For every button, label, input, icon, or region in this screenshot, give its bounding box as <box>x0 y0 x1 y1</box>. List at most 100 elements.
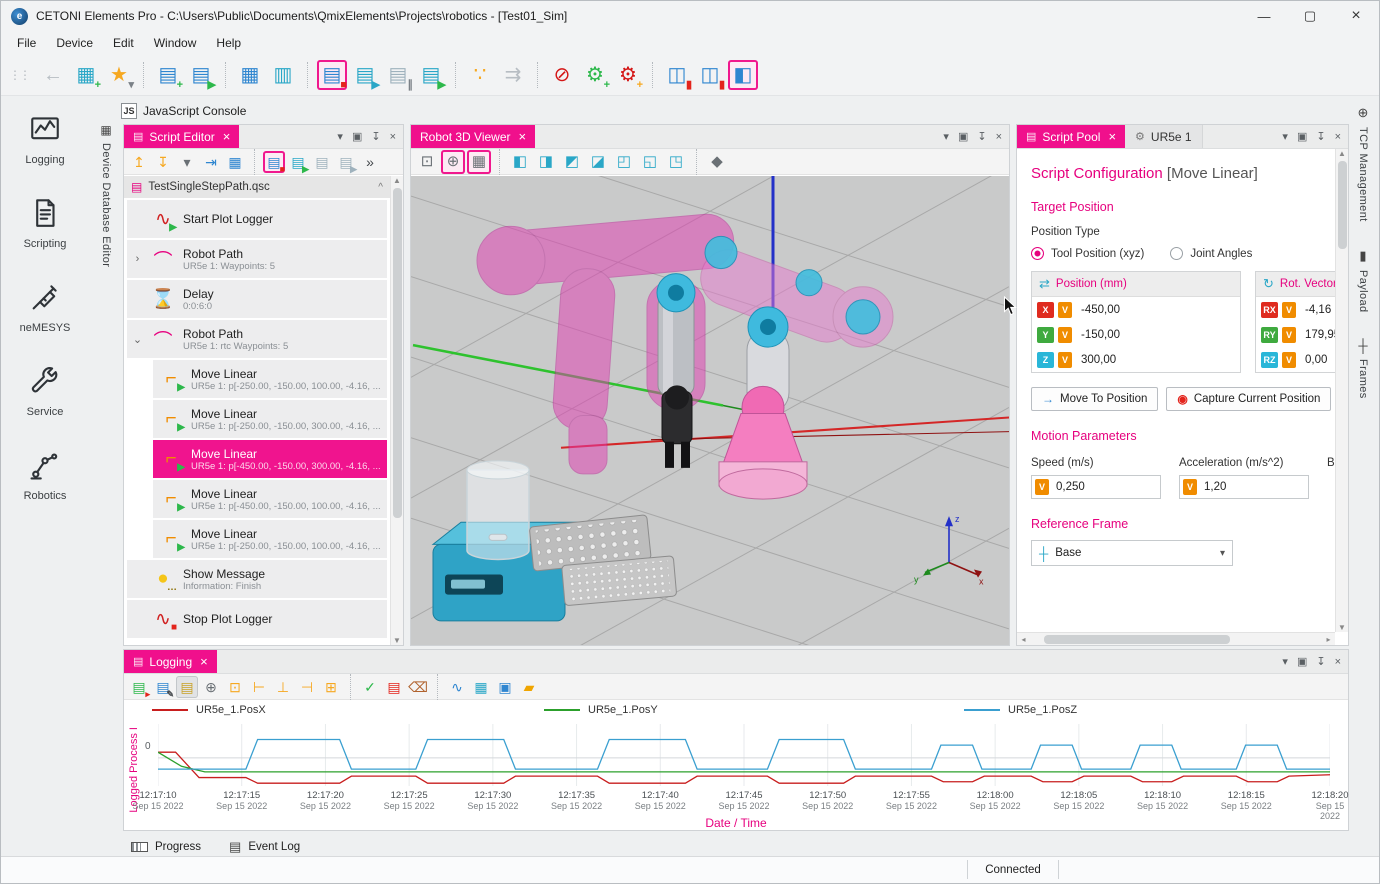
axis-left-icon[interactable]: ⊢ <box>248 676 270 698</box>
close-button[interactable]: × <box>1333 1 1379 31</box>
eraser-icon[interactable]: ⌫ <box>407 676 429 698</box>
chart-plot-area[interactable]: 0 <box>158 724 1330 786</box>
panel-close-icon[interactable]: × <box>1335 131 1341 143</box>
orbit-icon[interactable]: ⊕ <box>441 150 465 174</box>
indent-step-icon[interactable]: ⇥ <box>200 151 222 173</box>
panel-float-icon[interactable]: ▣ <box>352 130 362 143</box>
tree-item-move-linear[interactable]: ⌐▶Move LinearUR5e 1: p[-250.00, -150.00,… <box>153 360 387 398</box>
legend-entry-ur5e-1-posx[interactable]: UR5e_1.PosX <box>152 704 266 716</box>
acceleration-unit-badge[interactable]: V <box>1183 479 1197 495</box>
curve-style-icon[interactable]: ∿ <box>446 676 468 698</box>
script-pool-hscrollbar[interactable]: ◂ ▸ <box>1017 632 1335 645</box>
maximize-button[interactable]: ▢ <box>1287 1 1333 31</box>
tab-robot-3d-viewer[interactable]: Robot 3D Viewer × <box>411 125 535 148</box>
run-script-icon[interactable]: ▤■ <box>263 151 285 173</box>
tab-javascript-console[interactable]: JS JavaScript Console <box>121 100 246 121</box>
tab-event-log[interactable]: ▤ Event Log <box>229 839 300 855</box>
panel-pin-icon[interactable]: ↧ <box>1316 655 1325 668</box>
start-script-icon[interactable]: ▤▶ <box>186 60 216 90</box>
unit-badge[interactable]: V <box>1282 302 1296 318</box>
tile-mixed-icon[interactable]: ◧ <box>728 60 758 90</box>
panel-float-icon[interactable]: ▣ <box>1297 130 1307 143</box>
tab-script-pool[interactable]: ▤ Script Pool × <box>1017 125 1125 148</box>
tree-item-show-message[interactable]: ●…Show MessageInformation: Finish <box>127 560 387 598</box>
menu-device[interactable]: Device <box>46 33 103 53</box>
sidebar-item-scripting[interactable]: Scripting <box>1 181 89 265</box>
sidebar-item-robotics[interactable]: Robotics <box>1 433 89 517</box>
view-left-icon[interactable]: ◩ <box>560 150 584 174</box>
unit-badge[interactable]: V <box>1282 327 1296 343</box>
step-script-icon[interactable]: ▤▶ <box>335 151 357 173</box>
panel-pin-icon[interactable]: ↧ <box>977 130 986 143</box>
unit-badge[interactable]: V <box>1058 352 1072 368</box>
panel-pin-icon[interactable]: ↧ <box>1316 130 1325 143</box>
scroll-down-icon[interactable]: ▼ <box>1338 623 1346 632</box>
right-tab-payload[interactable]: ▮Payload <box>1347 248 1379 313</box>
tree-item-move-linear[interactable]: ⌐▶Move LinearUR5e 1: p[-450.00, -150.00,… <box>153 480 387 518</box>
tab-script-editor[interactable]: ▤ Script Editor × <box>124 125 239 148</box>
view-bottom-icon[interactable]: ◱ <box>638 150 662 174</box>
menu-help[interactable]: Help <box>206 33 251 53</box>
device-panel-icon[interactable]: ▥ <box>268 60 298 90</box>
script-continue-icon[interactable]: ▤▶ <box>416 60 446 90</box>
panel-menu-icon[interactable]: ▾ <box>1282 130 1288 143</box>
view-iso-icon[interactable]: ◳ <box>664 150 688 174</box>
notes-icon[interactable]: ▤ <box>176 676 198 698</box>
add-device-icon[interactable]: ▦+ <box>71 60 101 90</box>
save-script-icon[interactable]: ▦ <box>224 151 246 173</box>
right-tab-frames[interactable]: ┼Frames <box>1347 338 1379 399</box>
minimize-button[interactable]: — <box>1241 1 1287 31</box>
step-over-icon[interactable]: ⇉ <box>498 60 528 90</box>
scroll-up-icon[interactable]: ▲ <box>1338 149 1346 158</box>
tree-expander-icon[interactable]: › <box>132 253 143 265</box>
scroll-right-icon[interactable]: ▸ <box>1322 635 1335 644</box>
sidebar-item-nemesys[interactable]: neMESYS <box>1 265 89 349</box>
plot-export-icon[interactable]: ▤✎ <box>152 676 174 698</box>
plot-record-icon[interactable]: ▤■ <box>317 60 347 90</box>
viewer-close-icon[interactable]: × <box>519 129 527 144</box>
radio-tool-position[interactable] <box>1031 247 1044 260</box>
scroll-thumb[interactable] <box>393 188 402 518</box>
view-front-icon[interactable]: ◧ <box>508 150 532 174</box>
menu-edit[interactable]: Edit <box>103 33 144 53</box>
device-config-icon[interactable]: ▦ <box>235 60 265 90</box>
zoom-icon[interactable]: ⊕ <box>200 676 222 698</box>
capture-current-position-button[interactable]: ◉ Capture Current Position <box>1166 387 1331 411</box>
render-mode-icon[interactable]: ◆ <box>705 150 729 174</box>
toolbar-overflow-icon[interactable]: » <box>359 151 381 173</box>
unit-badge[interactable]: V <box>1282 352 1296 368</box>
axis-bottom-icon[interactable]: ⊥ <box>272 676 294 698</box>
add-step-icon[interactable]: ↥ <box>128 151 150 173</box>
axis-add-icon[interactable]: ⊞ <box>320 676 342 698</box>
move-to-position-button[interactable]: → Move To Position <box>1031 387 1158 411</box>
tree-expander-icon[interactable]: ⌄ <box>132 333 143 346</box>
tree-item-delay[interactable]: ⌛Delay0:0:6:0 <box>127 280 387 318</box>
plot-view-icon[interactable]: ▤▶ <box>350 60 380 90</box>
toolbar-drag-handle[interactable]: ⋮⋮ <box>9 68 29 82</box>
script-pause-icon[interactable]: ▤∥ <box>383 60 413 90</box>
view-right-icon[interactable]: ◪ <box>586 150 610 174</box>
data-table-icon[interactable]: ▦ <box>470 676 492 698</box>
tree-item-move-linear[interactable]: ⌐▶Move LinearUR5e 1: p[-250.00, -150.00,… <box>153 520 387 558</box>
scroll-left-icon[interactable]: ◂ <box>1017 635 1030 644</box>
axis-right-icon[interactable]: ⊣ <box>296 676 318 698</box>
menu-window[interactable]: Window <box>144 33 207 53</box>
reference-frame-dropdown[interactable]: ┼ Base ▾ <box>1031 540 1233 566</box>
view-back-icon[interactable]: ◨ <box>534 150 558 174</box>
plot-config-icon[interactable]: ▤▸ <box>128 676 150 698</box>
tree-item-robot-path[interactable]: ⌄⌒Robot PathUR5e 1: rtc Waypoints: 5 <box>127 320 387 358</box>
right-tab-tcp-management[interactable]: ⊕TCP Management <box>1347 105 1379 222</box>
panel-close-icon[interactable]: × <box>390 131 396 143</box>
tree-item-move-linear[interactable]: ⌐▶Move LinearUR5e 1: p[-450.00, -150.00,… <box>153 440 387 478</box>
open-data-icon[interactable]: ▰ <box>518 676 540 698</box>
sidebar-item-logging[interactable]: Logging <box>1 97 89 181</box>
panel-float-icon[interactable]: ▣ <box>958 130 968 143</box>
radio-joint-angles[interactable] <box>1170 247 1183 260</box>
clear-plot-icon[interactable]: ▤ <box>383 676 405 698</box>
emergency-stop-icon[interactable]: ⊘ <box>547 60 577 90</box>
view-top-icon[interactable]: ◰ <box>612 150 636 174</box>
speed-unit-badge[interactable]: V <box>1035 479 1049 495</box>
tree-item-move-linear[interactable]: ⌐▶Move LinearUR5e 1: p[-250.00, -150.00,… <box>153 400 387 438</box>
view-fit-icon[interactable]: ⊡ <box>415 150 439 174</box>
nav-back-icon[interactable]: ← <box>38 60 68 90</box>
